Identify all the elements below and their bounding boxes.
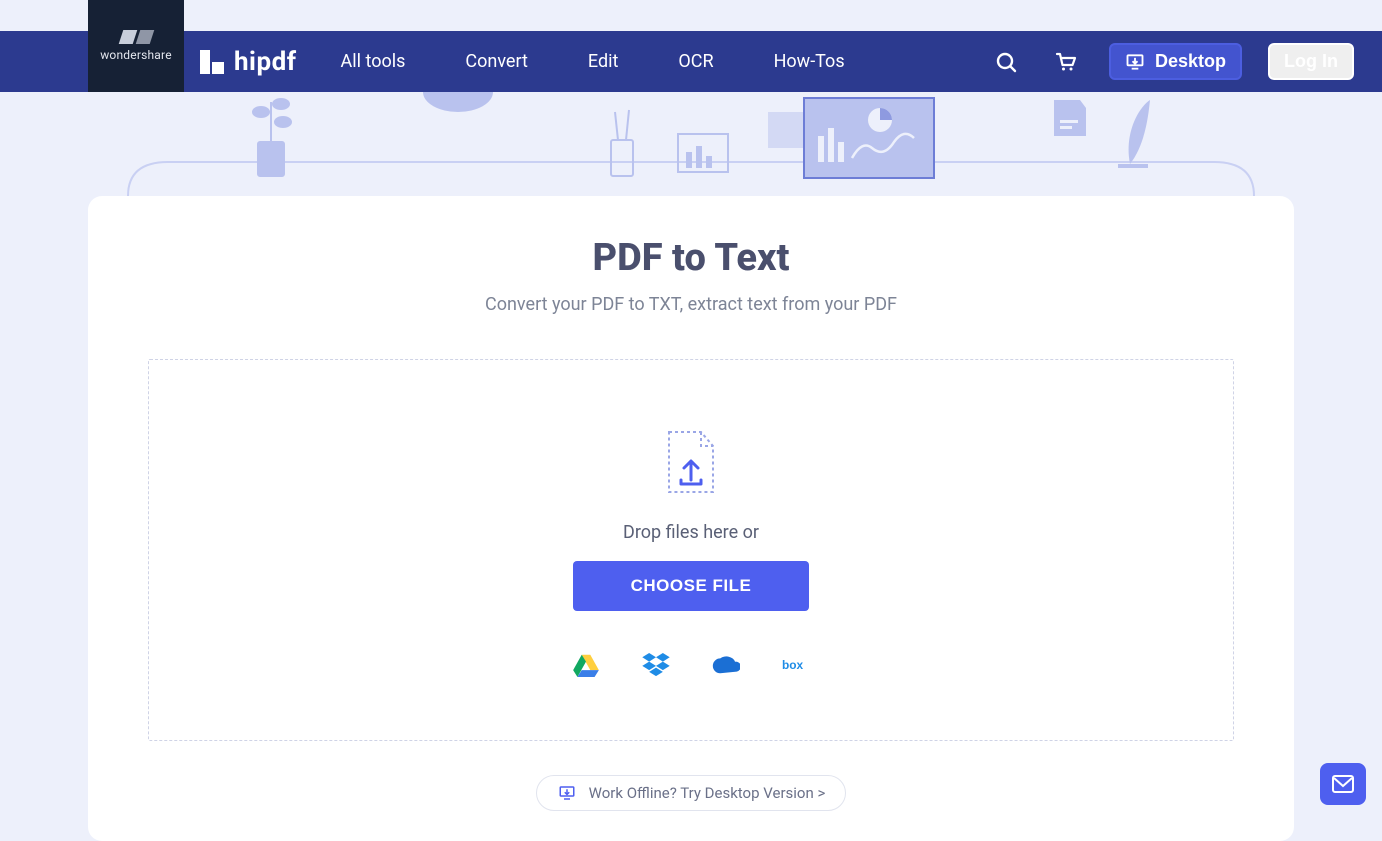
choose-file-button[interactable]: CHOOSE FILE [573, 561, 810, 611]
work-offline-pill[interactable]: Work Offline? Try Desktop Version > [536, 775, 847, 811]
nav-item-convert[interactable]: Convert [465, 51, 528, 72]
hero-decoration [88, 92, 1294, 196]
box-icon[interactable]: box [782, 653, 810, 677]
desktop-button[interactable]: Desktop [1109, 43, 1242, 80]
login-button-label: Log In [1284, 51, 1338, 71]
download-desktop-icon [1125, 52, 1145, 72]
nav-item-ocr[interactable]: OCR [678, 51, 713, 72]
cart-icon[interactable] [1049, 45, 1083, 79]
login-button[interactable]: Log In [1268, 43, 1354, 80]
choose-file-label: CHOOSE FILE [631, 576, 752, 595]
page-subtitle: Convert your PDF to TXT, extract text fr… [148, 294, 1234, 315]
product-name: hipdf [234, 47, 297, 77]
nav-item-howtos[interactable]: How-Tos [774, 51, 845, 72]
main-card: PDF to Text Convert your PDF to TXT, ext… [88, 196, 1294, 841]
page-title: PDF to Text [148, 236, 1234, 280]
wondershare-label: wondershare [100, 48, 172, 62]
wondershare-logo-icon [121, 30, 152, 44]
product-brand[interactable]: hipdf [200, 47, 297, 77]
contact-mail-fab[interactable] [1320, 763, 1366, 805]
nav-item-all-tools[interactable]: All tools [341, 51, 406, 72]
nav-links: All tools Convert Edit OCR How-Tos [341, 51, 845, 72]
search-icon[interactable] [989, 45, 1023, 79]
desktop-button-label: Desktop [1155, 51, 1226, 72]
top-gap [0, 0, 1382, 31]
file-dropzone[interactable]: Drop files here or CHOOSE FILE box [148, 359, 1234, 741]
main-navbar: hipdf All tools Convert Edit OCR How-Tos… [0, 31, 1382, 92]
cloud-sources: box [572, 653, 810, 677]
drop-text: Drop files here or [623, 522, 759, 543]
offline-label: Work Offline? Try Desktop Version > [589, 784, 826, 802]
nav-item-edit[interactable]: Edit [588, 51, 618, 72]
upload-file-icon [663, 430, 719, 496]
hipdf-logo-icon [200, 50, 224, 74]
svg-text:box: box [782, 658, 804, 672]
dropbox-icon[interactable] [642, 653, 670, 677]
google-drive-icon[interactable] [572, 653, 600, 677]
onedrive-icon[interactable] [712, 653, 740, 677]
download-desktop-small-icon [557, 784, 577, 802]
mail-icon [1331, 774, 1355, 794]
wondershare-badge[interactable]: wondershare [88, 0, 184, 92]
